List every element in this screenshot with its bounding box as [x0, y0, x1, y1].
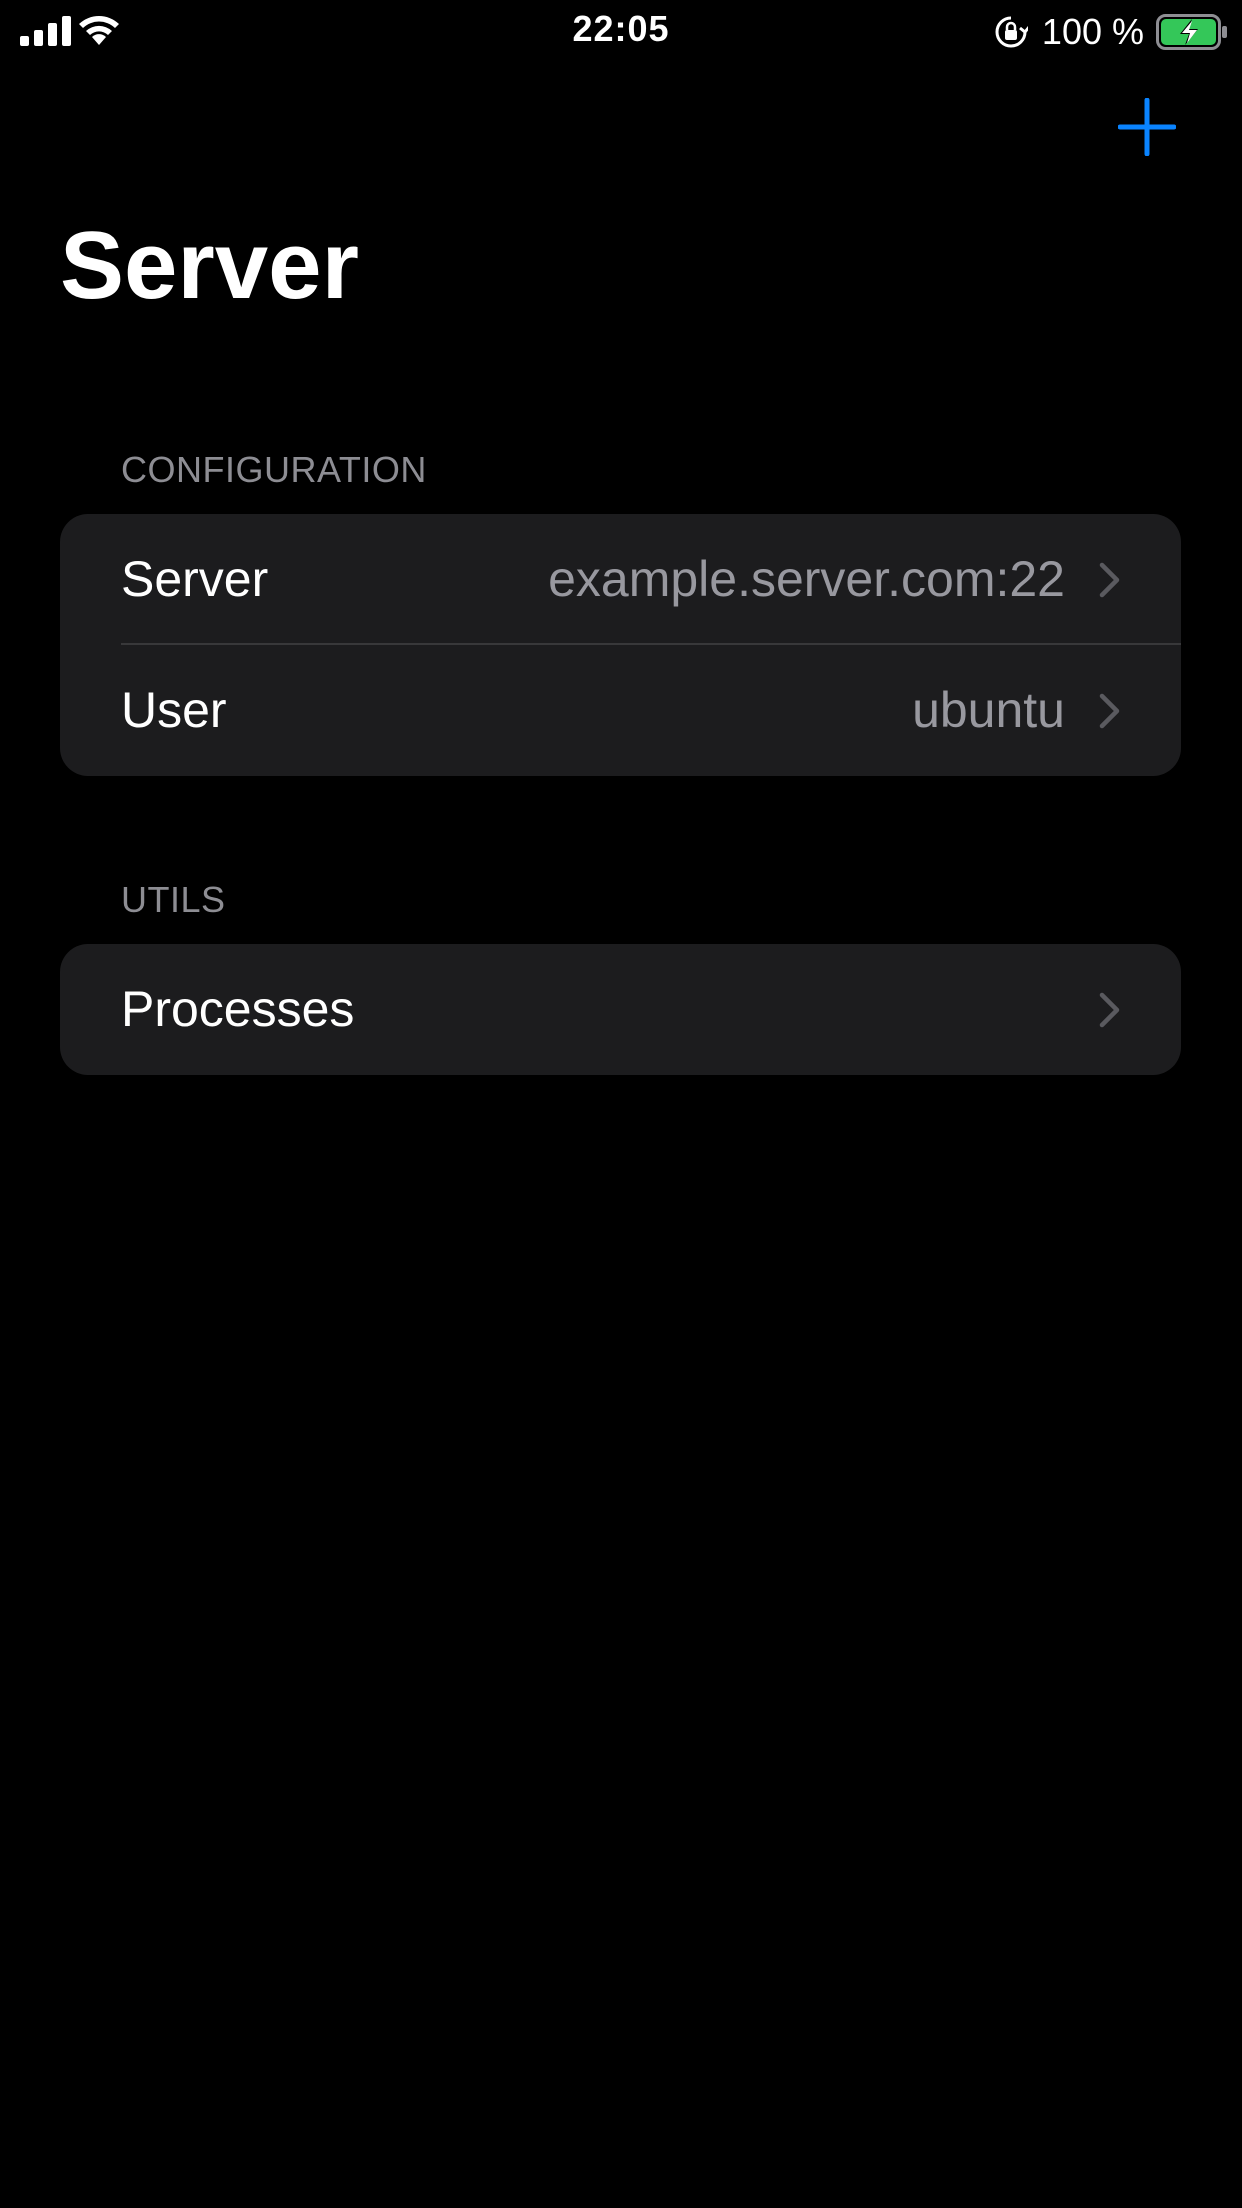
- row-value: example.server.com:22: [548, 551, 1065, 607]
- section-header-configuration: CONFIGURATION: [121, 449, 427, 490]
- chevron-right-icon: [1099, 693, 1120, 729]
- add-button[interactable]: [1118, 98, 1176, 156]
- plus-icon: [1118, 98, 1176, 156]
- row-label: User: [121, 682, 227, 738]
- chevron-right-icon: [1099, 562, 1120, 598]
- status-right-group: 100 %: [994, 10, 1228, 54]
- row-label: Processes: [121, 981, 355, 1037]
- section-header-utils: UTILS: [121, 879, 226, 920]
- orientation-lock-icon: [995, 16, 1028, 48]
- utils-group: Processes: [60, 944, 1181, 1075]
- row-processes[interactable]: Processes: [60, 944, 1181, 1075]
- page-title: Server: [60, 212, 359, 319]
- battery-charging-icon: [1156, 14, 1227, 50]
- row-server[interactable]: Server example.server.com:22: [60, 514, 1181, 645]
- battery-percent: 100 %: [1041, 11, 1144, 52]
- chevron-right-icon: [1099, 992, 1120, 1028]
- row-user[interactable]: User ubuntu: [60, 645, 1181, 776]
- status-bar: 22:05 100 %: [0, 0, 1242, 64]
- row-label: Server: [121, 551, 269, 607]
- row-value: ubuntu: [912, 682, 1065, 738]
- configuration-group: Server example.server.com:22 User ubuntu: [60, 514, 1181, 776]
